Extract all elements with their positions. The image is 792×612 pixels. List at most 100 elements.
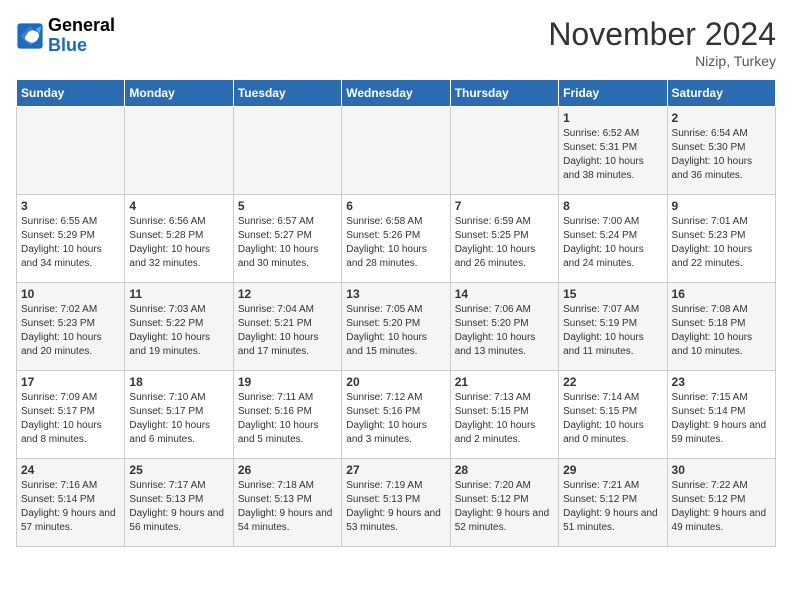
day-info: Sunrise: 7:22 AM Sunset: 5:12 PM Dayligh… xyxy=(672,479,771,535)
weekday-header-tuesday: Tuesday xyxy=(233,80,341,107)
logo-line1: General xyxy=(48,16,115,36)
day-info: Sunrise: 7:11 AM Sunset: 5:16 PM Dayligh… xyxy=(238,391,337,447)
day-info: Sunrise: 6:55 AM Sunset: 5:29 PM Dayligh… xyxy=(21,215,120,271)
calendar-cell: 22Sunrise: 7:14 AM Sunset: 5:15 PM Dayli… xyxy=(559,371,667,459)
day-number: 11 xyxy=(129,287,228,301)
day-number: 7 xyxy=(455,199,554,213)
calendar-cell: 15 Sunrise: 7:07 AM Sunset: 5:19 PM Dayli… xyxy=(559,283,667,371)
calendar-cell: 5 Sunrise: 6:57 AM Sunset: 5:27 PM Daylig… xyxy=(233,195,341,283)
calendar-week-5: 24 Sunrise: 7:16 AM Sunset: 5:14 PM Dayli… xyxy=(17,459,776,547)
day-info: Sunrise: 7:05 AM Sunset: 5:20 PM Dayligh… xyxy=(346,303,445,359)
calendar-cell xyxy=(450,107,558,195)
day-number: 3 xyxy=(21,199,120,213)
day-info: Sunrise: 6:52 AM Sunset: 5:31 PM Dayligh… xyxy=(563,127,662,183)
day-number: 24 xyxy=(21,463,120,477)
day-number: 22 xyxy=(563,375,662,389)
day-number: 8 xyxy=(563,199,662,213)
calendar-cell: 10 Sunrise: 7:02 AM Sunset: 5:23 PM Dayli… xyxy=(17,283,125,371)
day-number: 12 xyxy=(238,287,337,301)
calendar-cell: 30 Sunrise: 7:22 AM Sunset: 5:12 PM Dayli… xyxy=(667,459,775,547)
month-title: November 2024 xyxy=(548,16,776,53)
day-number: 26 xyxy=(238,463,337,477)
calendar-cell: 3 Sunrise: 6:55 AM Sunset: 5:29 PM Daylig… xyxy=(17,195,125,283)
day-number: 10 xyxy=(21,287,120,301)
weekday-header-wednesday: Wednesday xyxy=(342,80,450,107)
calendar-cell: 24 Sunrise: 7:16 AM Sunset: 5:14 PM Dayli… xyxy=(17,459,125,547)
logo-line2: Blue xyxy=(48,36,115,56)
day-info: Sunrise: 7:12 AM Sunset: 5:16 PM Dayligh… xyxy=(346,391,445,447)
day-number: 19 xyxy=(238,375,337,389)
day-number: 27 xyxy=(346,463,445,477)
day-number: 5 xyxy=(238,199,337,213)
calendar-cell xyxy=(17,107,125,195)
calendar-cell: 6 Sunrise: 6:58 AM Sunset: 5:26 PM Daylig… xyxy=(342,195,450,283)
day-number: 2 xyxy=(672,111,771,125)
calendar-header: SundayMondayTuesdayWednesdayThursdayFrid… xyxy=(17,80,776,107)
day-info: Sunrise: 7:01 AM Sunset: 5:23 PM Dayligh… xyxy=(672,215,771,271)
day-info: Sunrise: 7:03 AM Sunset: 5:22 PM Dayligh… xyxy=(129,303,228,359)
day-number: 1 xyxy=(563,111,662,125)
day-info: Sunrise: 7:21 AM Sunset: 5:12 PM Dayligh… xyxy=(563,479,662,535)
day-info: Sunrise: 6:56 AM Sunset: 5:28 PM Dayligh… xyxy=(129,215,228,271)
day-info: Sunrise: 7:17 AM Sunset: 5:13 PM Dayligh… xyxy=(129,479,228,535)
weekday-header-monday: Monday xyxy=(125,80,233,107)
day-number: 17 xyxy=(21,375,120,389)
calendar-cell: 2 Sunrise: 6:54 AM Sunset: 5:30 PM Daylig… xyxy=(667,107,775,195)
day-info: Sunrise: 6:54 AM Sunset: 5:30 PM Dayligh… xyxy=(672,127,771,183)
day-info: Sunrise: 7:10 AM Sunset: 5:17 PM Dayligh… xyxy=(129,391,228,447)
weekday-header-sunday: Sunday xyxy=(17,80,125,107)
day-number: 28 xyxy=(455,463,554,477)
calendar-cell: 18Sunrise: 7:10 AM Sunset: 5:17 PM Dayli… xyxy=(125,371,233,459)
header-area: General Blue November 2024 Nizip, Turkey xyxy=(16,16,776,69)
calendar-cell: 12 Sunrise: 7:04 AM Sunset: 5:21 PM Dayli… xyxy=(233,283,341,371)
day-number: 30 xyxy=(672,463,771,477)
calendar-cell: 4Sunrise: 6:56 AM Sunset: 5:28 PM Daylig… xyxy=(125,195,233,283)
day-info: Sunrise: 7:19 AM Sunset: 5:13 PM Dayligh… xyxy=(346,479,445,535)
day-info: Sunrise: 6:57 AM Sunset: 5:27 PM Dayligh… xyxy=(238,215,337,271)
calendar-cell: 29 Sunrise: 7:21 AM Sunset: 5:12 PM Dayli… xyxy=(559,459,667,547)
day-info: Sunrise: 7:07 AM Sunset: 5:19 PM Dayligh… xyxy=(563,303,662,359)
calendar-table: SundayMondayTuesdayWednesdayThursdayFrid… xyxy=(16,79,776,547)
calendar-cell xyxy=(233,107,341,195)
day-info: Sunrise: 7:13 AM Sunset: 5:15 PM Dayligh… xyxy=(455,391,554,447)
weekday-header-saturday: Saturday xyxy=(667,80,775,107)
day-info: Sunrise: 7:20 AM Sunset: 5:12 PM Dayligh… xyxy=(455,479,554,535)
calendar-cell: 19 Sunrise: 7:11 AM Sunset: 5:16 PM Dayli… xyxy=(233,371,341,459)
day-info: Sunrise: 6:59 AM Sunset: 5:25 PM Dayligh… xyxy=(455,215,554,271)
day-number: 21 xyxy=(455,375,554,389)
title-area: November 2024 Nizip, Turkey xyxy=(548,16,776,69)
calendar-cell: 8 Sunrise: 7:00 AM Sunset: 5:24 PM Daylig… xyxy=(559,195,667,283)
day-number: 15 xyxy=(563,287,662,301)
logo-icon xyxy=(16,22,44,50)
day-number: 20 xyxy=(346,375,445,389)
day-info: Sunrise: 7:00 AM Sunset: 5:24 PM Dayligh… xyxy=(563,215,662,271)
day-number: 25 xyxy=(129,463,228,477)
day-info: Sunrise: 7:16 AM Sunset: 5:14 PM Dayligh… xyxy=(21,479,120,535)
calendar-cell: 13 Sunrise: 7:05 AM Sunset: 5:20 PM Dayli… xyxy=(342,283,450,371)
calendar-cell: 14Sunrise: 7:06 AM Sunset: 5:20 PM Dayli… xyxy=(450,283,558,371)
calendar-cell: 26 Sunrise: 7:18 AM Sunset: 5:13 PM Dayli… xyxy=(233,459,341,547)
weekday-header-row: SundayMondayTuesdayWednesdayThursdayFrid… xyxy=(17,80,776,107)
weekday-header-thursday: Thursday xyxy=(450,80,558,107)
calendar-body: 1 Sunrise: 6:52 AM Sunset: 5:31 PM Daylig… xyxy=(17,107,776,547)
calendar-cell: 21 Sunrise: 7:13 AM Sunset: 5:15 PM Dayli… xyxy=(450,371,558,459)
day-number: 6 xyxy=(346,199,445,213)
day-info: Sunrise: 6:58 AM Sunset: 5:26 PM Dayligh… xyxy=(346,215,445,271)
day-info: Sunrise: 7:09 AM Sunset: 5:17 PM Dayligh… xyxy=(21,391,120,447)
day-number: 23 xyxy=(672,375,771,389)
calendar-cell: 7 Sunrise: 6:59 AM Sunset: 5:25 PM Daylig… xyxy=(450,195,558,283)
calendar-cell: 28 Sunrise: 7:20 AM Sunset: 5:12 PM Dayli… xyxy=(450,459,558,547)
day-info: Sunrise: 7:02 AM Sunset: 5:23 PM Dayligh… xyxy=(21,303,120,359)
calendar-cell xyxy=(125,107,233,195)
day-number: 13 xyxy=(346,287,445,301)
day-info: Sunrise: 7:15 AM Sunset: 5:14 PM Dayligh… xyxy=(672,391,771,447)
day-number: 29 xyxy=(563,463,662,477)
day-info: Sunrise: 7:04 AM Sunset: 5:21 PM Dayligh… xyxy=(238,303,337,359)
calendar-week-3: 10 Sunrise: 7:02 AM Sunset: 5:23 PM Dayli… xyxy=(17,283,776,371)
day-info: Sunrise: 7:06 AM Sunset: 5:20 PM Dayligh… xyxy=(455,303,554,359)
day-info: Sunrise: 7:18 AM Sunset: 5:13 PM Dayligh… xyxy=(238,479,337,535)
calendar-week-2: 3 Sunrise: 6:55 AM Sunset: 5:29 PM Daylig… xyxy=(17,195,776,283)
location: Nizip, Turkey xyxy=(548,53,776,69)
logo: General Blue xyxy=(16,16,115,56)
calendar-cell: 16Sunrise: 7:08 AM Sunset: 5:18 PM Dayli… xyxy=(667,283,775,371)
